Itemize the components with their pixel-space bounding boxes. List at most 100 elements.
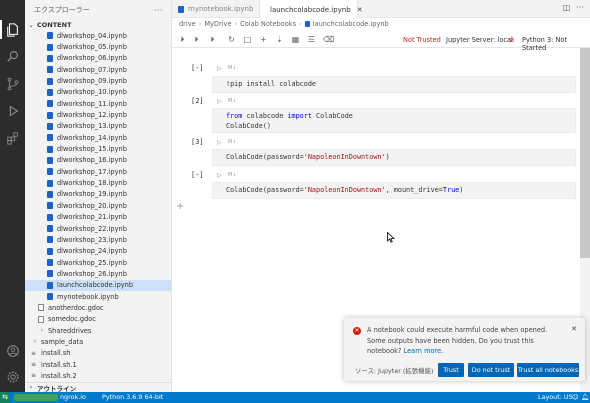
markdown-icon[interactable]: M↓ [228,139,237,145]
notebook-icon [47,168,53,176]
file-tree-item[interactable]: dlworkshop_25.ipynb [25,257,171,268]
learn-more-link[interactable]: Learn more. [404,347,444,355]
file-tree-item[interactable]: dlworkshop_18.ipynb [25,177,171,188]
breadcrumb-item[interactable]: Colab Notebooks [240,20,296,28]
file-tree-item[interactable]: mynotebook.ipynb [25,291,171,302]
host-label[interactable]: ngrok.io [60,392,86,403]
file-tree-item[interactable]: › sample_data [25,336,171,347]
do-not-trust-button[interactable]: Do not trust [468,363,514,377]
run-cell-icon[interactable]: ▷ [217,65,222,72]
file-tree-item[interactable]: dlworkshop_13.ipynb [25,121,171,132]
outline-section-header[interactable]: › アウトライン [25,382,171,392]
explorer-title: エクスプローラー [34,6,90,14]
split-editor-icon[interactable]: ◫ [563,3,571,12]
file-tree-item[interactable]: dlworkshop_24.ipynb [25,246,171,257]
file-tree-item[interactable]: dlworkshop_19.ipynb [25,189,171,200]
trust-status[interactable]: Not Trusted [403,36,441,44]
file-tree-item[interactable]: dlworkshop_16.ipynb [25,155,171,166]
file-tree-item[interactable]: dlworkshop_26.ipynb [25,268,171,279]
file-tree-item[interactable]: dlworkshop_07.ipynb [25,64,171,75]
extensions-icon[interactable] [5,130,20,145]
breadcrumb-item[interactable]: MyDrive [204,20,231,28]
jupyter-server-status[interactable]: Jupyter Server: local [446,36,513,44]
interrupt-icon[interactable]: □ [243,35,252,44]
file-tree-item[interactable]: › Shareddrives [25,325,171,336]
tab-label: mynotebook.ipynb [188,5,254,13]
markdown-icon[interactable]: M↓ [228,98,237,104]
more-actions-icon[interactable]: ··· [576,3,584,12]
file-tree-item[interactable]: dlworkshop_20.ipynb [25,200,171,211]
file-tree-item[interactable]: dlworkshop_11.ipynb [25,98,171,109]
file-tree-item[interactable]: dlworkshop_04.ipynb [25,30,171,41]
scrollbar-thumb[interactable] [580,48,590,258]
file-tree-item[interactable]: dlworkshop_17.ipynb [25,166,171,177]
file-tree-item[interactable]: ≡ install.sh.2 [25,370,171,381]
tab-mynotebook[interactable]: mynotebook.ipynb [172,0,260,18]
run-cell-icon[interactable]: ▷ [217,139,222,146]
file-tree-item[interactable]: anotherdoc.gdoc [25,302,171,313]
file-tree-item[interactable]: ≡ install.sh [25,348,171,359]
notifications-bell-icon[interactable]: 🔔︎ [581,392,589,403]
feedback-icon[interactable]: ☺ [572,392,579,403]
file-tree-item[interactable]: dlworkshop_22.ipynb [25,223,171,234]
code-editor[interactable]: ColabCode(password='NapoleonInDowntown') [212,149,576,166]
tab-launchcolabcode[interactable]: launchcolabcode.ipynb ✕ [260,0,363,19]
file-tree-item[interactable]: ≡ install.sh.1 [25,359,171,370]
error-icon: ✕ [353,327,361,335]
restart-icon[interactable]: ↻ [227,35,236,44]
markdown-icon[interactable]: M↓ [228,172,237,178]
outline-icon[interactable]: ☰ [307,35,316,44]
variables-icon[interactable]: ▦ [291,35,300,44]
add-cell-icon[interactable]: + [259,35,268,44]
remote-indicator-icon[interactable]: ⇆ [0,392,10,403]
add-cell-icon[interactable]: + [176,201,184,212]
close-icon[interactable]: ✕ [357,6,363,14]
run-all-icon[interactable]: ⏵ [178,35,187,44]
file-tree-item[interactable]: dlworkshop_12.ipynb [25,109,171,120]
markdown-icon[interactable]: M↓ [228,65,237,71]
file-name: dlworkshop_09.ipynb [57,77,127,86]
file-tree-item[interactable]: somedoc.gdoc [25,314,171,325]
file-tree-item[interactable]: dlworkshop_06.ipynb [25,53,171,64]
close-icon[interactable]: ✕ [571,325,577,333]
python-interpreter[interactable]: Python 3.6.9 64-bit [102,392,163,403]
file-tree-item[interactable]: dlworkshop_10.ipynb [25,87,171,98]
file-name: dlworkshop_16.ipynb [57,156,127,165]
file-tree-item[interactable]: dlworkshop_15.ipynb [25,143,171,154]
code-editor[interactable]: from colabcode import ColabCode ColabCod… [212,108,576,133]
trust-all-notebooks-button[interactable]: Trust all notebooks [517,363,579,377]
code-token: colabcode [242,112,288,120]
source-control-icon[interactable] [5,76,20,91]
search-icon[interactable] [5,48,20,63]
breadcrumb-item[interactable]: drive [179,20,196,28]
clear-outputs-icon[interactable]: ⌫ [323,35,334,44]
code-token: 'NapoleonInDowntown' [303,186,386,194]
section-label: CONTENT [37,21,72,29]
content-section-header[interactable]: ⌄ CONTENT [25,20,171,30]
editor-actions: ◫ ··· [563,3,584,12]
keyboard-layout[interactable]: Layout: US [538,392,573,403]
file-tree-item[interactable]: dlworkshop_09.ipynb [25,75,171,86]
code-editor[interactable]: ColabCode(password='NapoleonInDowntown',… [212,182,576,199]
run-debug-icon[interactable] [5,103,20,118]
account-icon[interactable] [5,343,20,358]
export-icon[interactable]: ⇣ [275,35,284,44]
file-name: dlworkshop_10.ipynb [57,88,127,97]
code-token: ColabCode() [226,121,272,130]
trust-button[interactable]: Trust [438,363,464,377]
notebook-icon [47,281,53,289]
file-tree-item[interactable]: dlworkshop_05.ipynb [25,41,171,52]
file-tree-item[interactable]: launchcolabcode.ipynb [25,279,171,291]
run-below-icon[interactable]: ⏵ [208,35,217,44]
file-tree-item[interactable]: dlworkshop_23.ipynb [25,234,171,245]
code-editor[interactable]: !pip install colabcode [212,76,576,93]
settings-gear-icon[interactable] [5,369,20,384]
explorer-icon[interactable] [5,22,20,37]
run-cell-icon[interactable]: ▷ [217,98,222,105]
breadcrumb-item[interactable]: launchcolabcode.ipynb [313,20,389,28]
file-tree-item[interactable]: dlworkshop_21.ipynb [25,212,171,223]
run-cell-icon[interactable]: ▷ [217,172,222,179]
run-above-icon[interactable]: ⏵ [192,35,201,44]
more-actions-icon[interactable]: ··· [154,6,163,15]
file-tree-item[interactable]: dlworkshop_14.ipynb [25,132,171,143]
